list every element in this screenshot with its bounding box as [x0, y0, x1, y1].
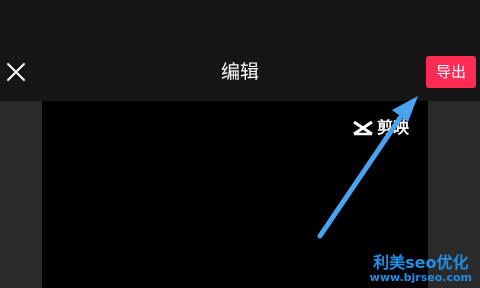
- close-button[interactable]: [4, 60, 28, 84]
- seo-watermark: 利美seo优化 www.bjrseo.com: [370, 254, 472, 284]
- top-bar: 编辑 导出: [0, 0, 480, 101]
- capcut-logo-icon: [353, 120, 373, 136]
- capcut-watermark: 剪映: [352, 117, 409, 139]
- seo-watermark-title: 利美seo优化: [373, 253, 469, 273]
- left-track-area: [0, 101, 42, 288]
- close-icon: [7, 63, 25, 81]
- export-button[interactable]: 导出: [426, 56, 476, 88]
- page-title: 编辑: [220, 61, 259, 83]
- watermark-text: 剪映: [377, 118, 410, 137]
- seo-watermark-url: www.bjrseo.com: [369, 270, 472, 284]
- editor-screen: 编辑 导出 剪映 利美seo优化 www.bjrseo.com: [0, 0, 480, 288]
